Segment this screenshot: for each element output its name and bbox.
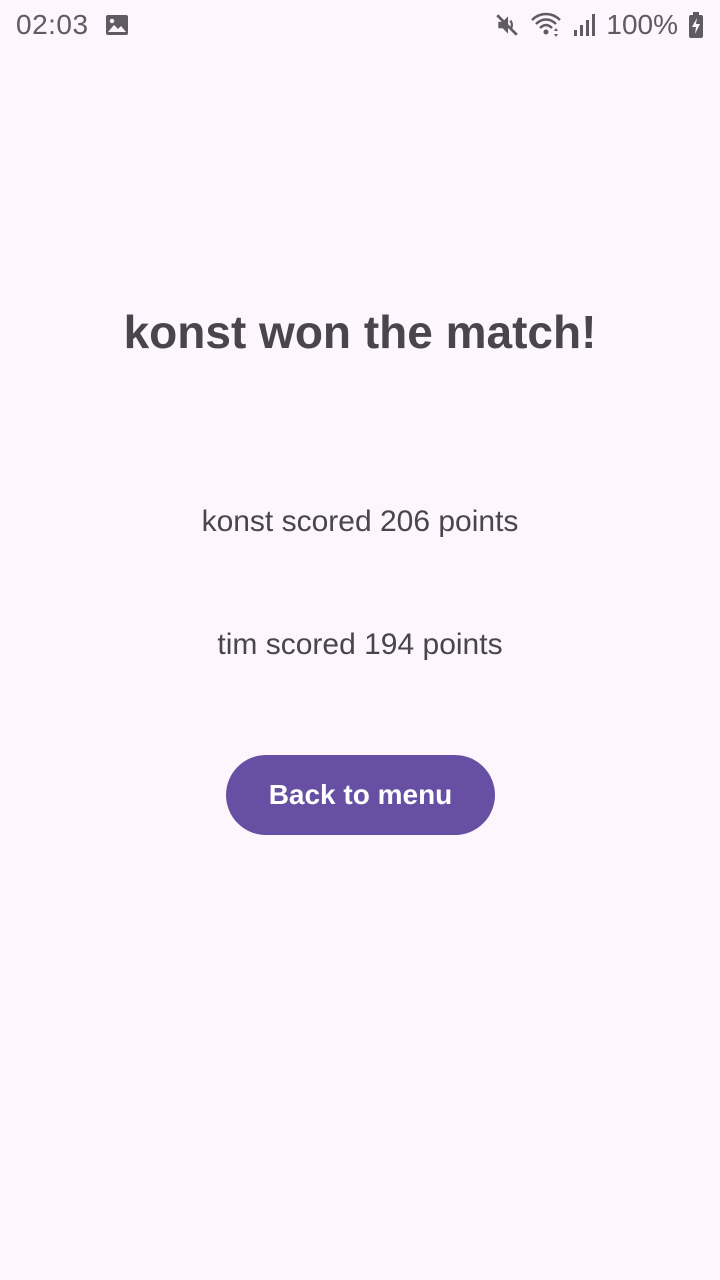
mute-icon [494, 12, 520, 38]
player-score-loser: tim scored 194 points [217, 628, 503, 661]
match-result-title: konst won the match! [123, 306, 597, 358]
status-time: 02:03 [16, 9, 89, 40]
status-bar: 02:03 100% [0, 0, 720, 50]
battery-charging-icon [688, 12, 704, 38]
back-to-menu-button[interactable]: Back to menu [226, 755, 495, 835]
status-left: 02:03 [16, 9, 129, 41]
status-right: 100% [494, 9, 704, 41]
battery-percent: 100% [606, 9, 678, 40]
signal-icon [572, 12, 596, 38]
image-icon [105, 13, 129, 37]
wifi-icon [530, 11, 562, 39]
player-score-winner: konst scored 206 points [201, 505, 519, 538]
